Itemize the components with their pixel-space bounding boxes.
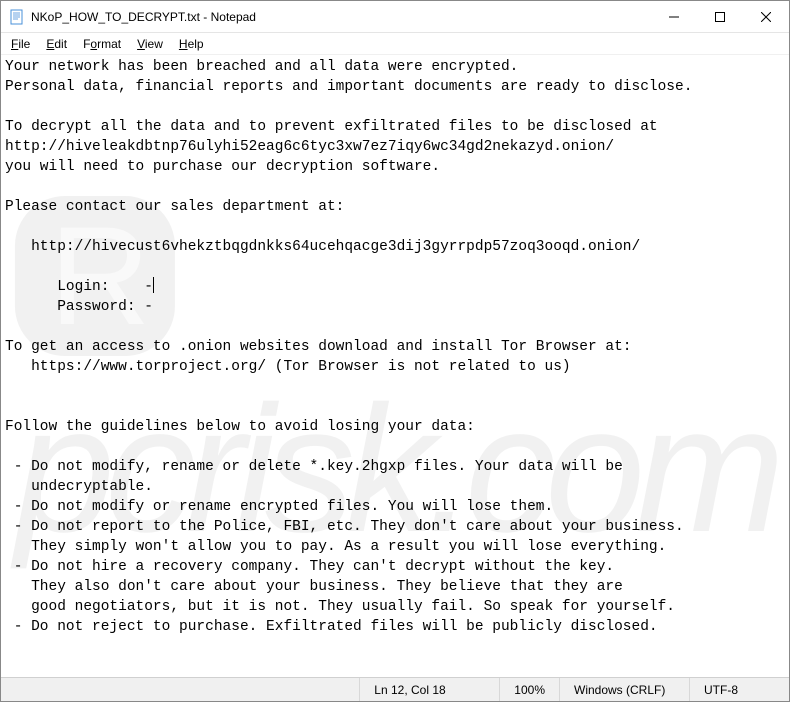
window-title: NKoP_HOW_TO_DECRYPT.txt - Notepad (31, 10, 651, 24)
status-encoding: UTF-8 (689, 678, 789, 701)
menu-edit[interactable]: Edit (38, 35, 75, 53)
menubar: File Edit Format View Help (1, 33, 789, 55)
status-line-ending: Windows (CRLF) (559, 678, 689, 701)
status-zoom: 100% (499, 678, 559, 701)
statusbar: Ln 12, Col 18 100% Windows (CRLF) UTF-8 (1, 677, 789, 701)
text-caret (153, 277, 154, 293)
editor-area[interactable]: Rpcrisk.com Your network has been breach… (1, 55, 789, 677)
menu-format[interactable]: Format (75, 35, 129, 53)
close-button[interactable] (743, 1, 789, 32)
maximize-button[interactable] (697, 1, 743, 32)
menu-view[interactable]: View (129, 35, 171, 53)
minimize-button[interactable] (651, 1, 697, 32)
menu-file[interactable]: File (3, 35, 38, 53)
notepad-icon (9, 9, 25, 25)
editor-text[interactable]: Your network has been breached and all d… (1, 55, 789, 639)
menu-help[interactable]: Help (171, 35, 212, 53)
titlebar: NKoP_HOW_TO_DECRYPT.txt - Notepad (1, 1, 789, 33)
status-position: Ln 12, Col 18 (359, 678, 499, 701)
window-controls (651, 1, 789, 32)
